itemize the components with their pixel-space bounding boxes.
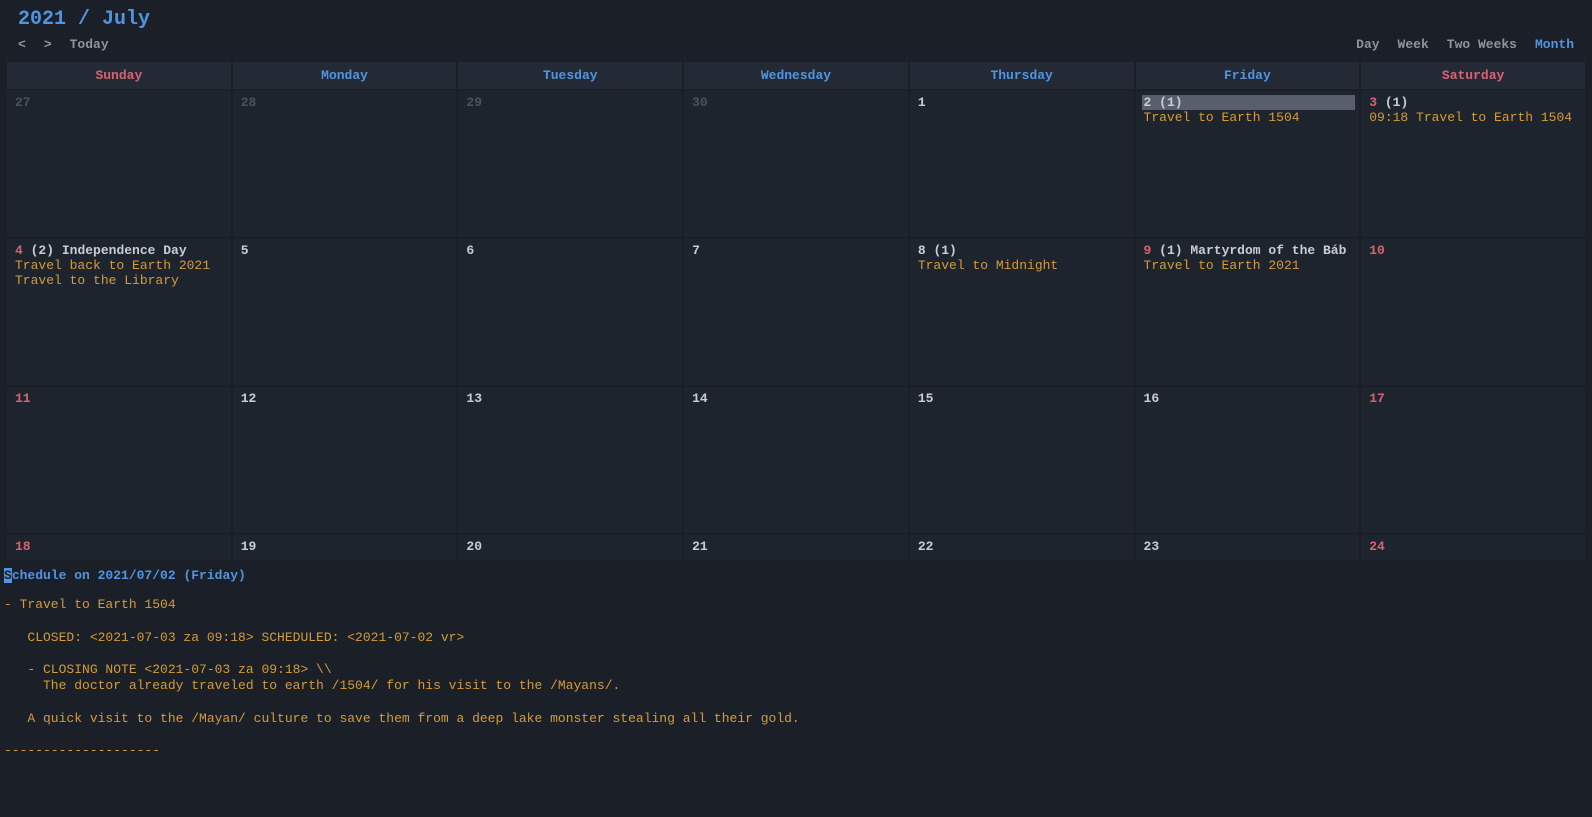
day-number: 23 [1144,539,1160,554]
day-number: 11 [15,391,31,406]
day-cell[interactable]: 6 [458,239,682,385]
week-row: 4 (2) Independence Day Travel back to Ea… [7,239,1585,385]
day-number: 20 [466,539,482,554]
day-number: 21 [692,539,708,554]
day-number: 3 [1369,95,1377,110]
day-cell[interactable]: 21 [684,535,908,560]
day-cell[interactable]: 16 [1136,387,1360,533]
next-button[interactable]: > [44,37,52,52]
week-row: 18 19 20 21 22 23 24 [7,535,1585,560]
event[interactable]: Travel to the Library [15,273,225,288]
event[interactable]: Travel to Midnight [918,258,1128,273]
week-row: 11 12 13 14 15 16 17 [7,387,1585,533]
event-count: (2) [31,243,54,258]
day-cell[interactable]: 28 [233,91,457,237]
day-number: 9 [1144,243,1152,258]
day-cell[interactable]: 30 [684,91,908,237]
day-cell[interactable]: 12 [233,387,457,533]
event-count: (1) [1159,243,1182,258]
day-cell[interactable]: 18 [7,535,231,560]
day-cell[interactable]: 23 [1136,535,1360,560]
col-friday: Friday [1136,62,1360,89]
day-number: 18 [15,539,31,554]
col-wednesday: Wednesday [684,62,908,89]
nav-row: < > Today Day Week Two Weeks Month [0,35,1592,60]
prev-button[interactable]: < [18,37,26,52]
day-number: 27 [15,95,31,110]
day-cell[interactable]: 13 [458,387,682,533]
day-number: 19 [241,539,257,554]
holiday-label: Martyrdom of the Báb [1190,243,1346,258]
day-number: 4 [15,243,23,258]
view-switcher: Day Week Two Weeks Month [1356,37,1574,52]
day-cell[interactable]: 8 (1) Travel to Midnight [910,239,1134,385]
day-cell[interactable]: 19 [233,535,457,560]
week-row: 27 28 29 30 1 2 (1) Travel to Earth 1504 [7,91,1585,237]
calendar-grid: Sunday Monday Tuesday Wednesday Thursday… [5,60,1587,562]
day-cell[interactable]: 14 [684,387,908,533]
col-thursday: Thursday [910,62,1134,89]
event[interactable]: Travel to Earth 2021 [1144,258,1354,273]
day-cell[interactable]: 29 [458,91,682,237]
day-number: 8 [918,243,926,258]
day-cell[interactable]: 20 [458,535,682,560]
day-number: 22 [918,539,934,554]
day-number: 29 [466,95,482,110]
event[interactable]: Travel back to Earth 2021 [15,258,225,273]
selected-day-head: 2 (1) [1142,95,1356,110]
day-number: 1 [918,95,926,110]
day-number: 14 [692,391,708,406]
event-count: (1) [1385,95,1408,110]
event[interactable]: 09:18 Travel to Earth 1504 [1369,110,1579,125]
day-cell[interactable]: 10 [1361,239,1585,385]
nav-left: < > Today [18,37,109,52]
day-cell[interactable]: 15 [910,387,1134,533]
day-number: 17 [1369,391,1385,406]
schedule-title-text: chedule on 2021/07/02 (Friday) [12,568,246,583]
event-count: (1) [933,243,956,258]
day-number: 30 [692,95,708,110]
day-cell[interactable]: 11 [7,387,231,533]
view-week[interactable]: Week [1398,37,1429,52]
day-number: 6 [466,243,474,258]
schedule-body: - Travel to Earth 1504 CLOSED: <2021-07-… [4,583,1588,760]
event-count: (1) [1159,95,1182,110]
view-month[interactable]: Month [1535,37,1574,52]
day-cell-selected[interactable]: 2 (1) Travel to Earth 1504 [1136,91,1360,237]
calendar-title: 2021 / July [0,0,1592,35]
day-cell[interactable]: 27 [7,91,231,237]
day-cell[interactable]: 7 [684,239,908,385]
day-cell[interactable]: 17 [1361,387,1585,533]
holiday-label: Independence Day [62,243,187,258]
day-number: 5 [241,243,249,258]
day-number: 15 [918,391,934,406]
col-saturday: Saturday [1361,62,1585,89]
text-cursor: S [4,568,12,583]
day-number: 12 [241,391,257,406]
day-number: 10 [1369,243,1385,258]
day-cell[interactable]: 22 [910,535,1134,560]
day-cell[interactable]: 3 (1) 09:18 Travel to Earth 1504 [1361,91,1585,237]
col-monday: Monday [233,62,457,89]
event[interactable]: Travel to Earth 1504 [1144,110,1354,125]
view-two-weeks[interactable]: Two Weeks [1447,37,1517,52]
day-number: 13 [466,391,482,406]
day-number: 2 [1144,95,1152,110]
schedule-title: Schedule on 2021/07/02 (Friday) [4,568,1588,583]
day-cell[interactable]: 9 (1) Martyrdom of the Báb Travel to Ear… [1136,239,1360,385]
day-number: 7 [692,243,700,258]
day-number: 24 [1369,539,1385,554]
day-number: 16 [1144,391,1160,406]
col-sunday: Sunday [7,62,231,89]
day-cell[interactable]: 24 [1361,535,1585,560]
day-cell[interactable]: 1 [910,91,1134,237]
schedule-panel: Schedule on 2021/07/02 (Friday) - Travel… [0,562,1592,760]
day-cell[interactable]: 5 [233,239,457,385]
day-cell[interactable]: 4 (2) Independence Day Travel back to Ea… [7,239,231,385]
col-tuesday: Tuesday [458,62,682,89]
day-number: 28 [241,95,257,110]
view-day[interactable]: Day [1356,37,1379,52]
today-button[interactable]: Today [70,37,109,52]
